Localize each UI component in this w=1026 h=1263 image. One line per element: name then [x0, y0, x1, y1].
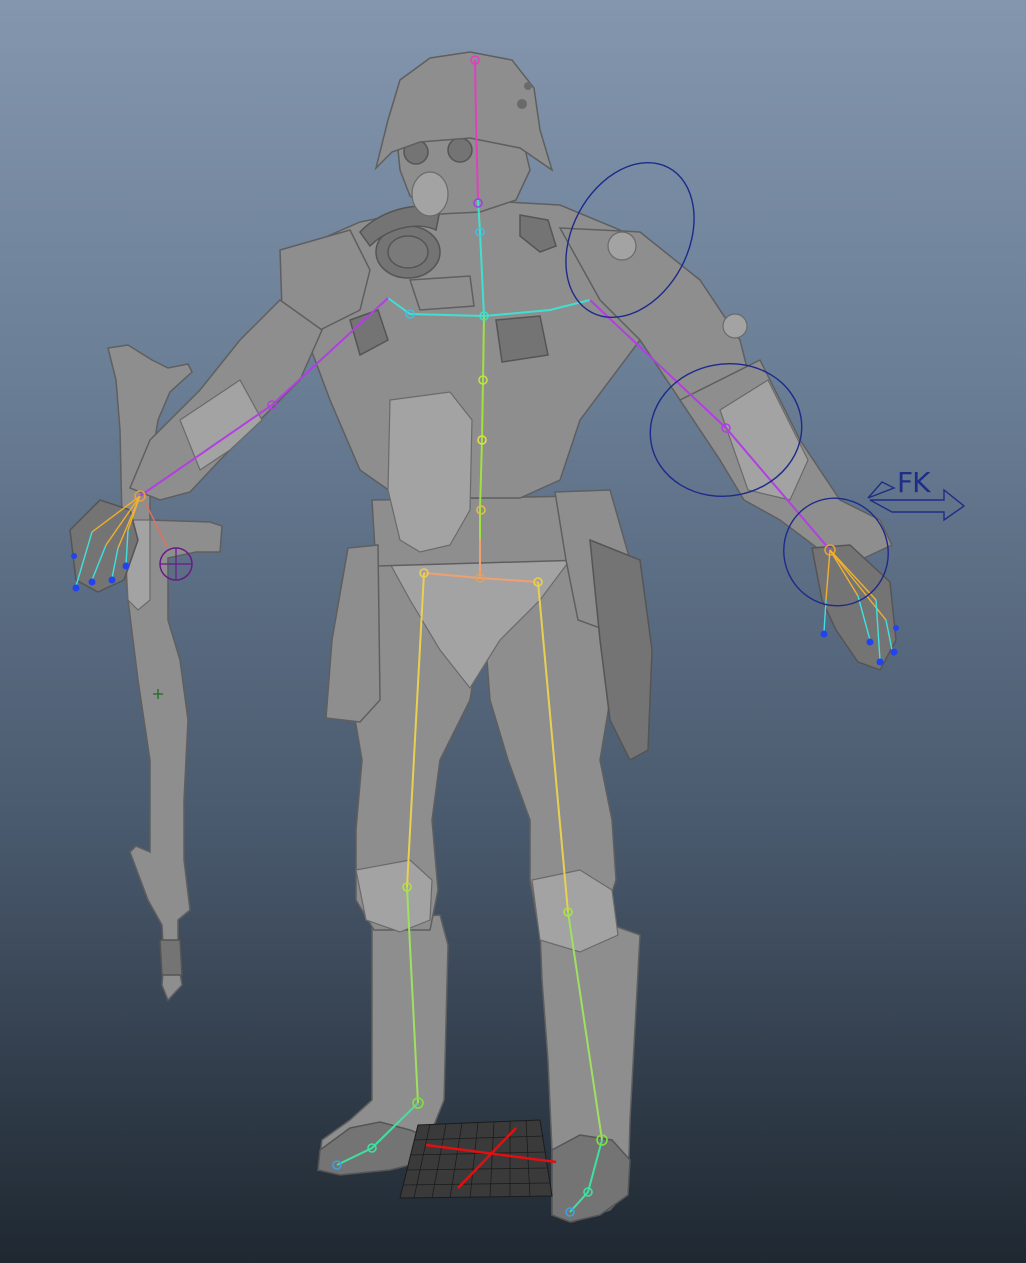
ground-grid-icon — [399, 1119, 557, 1199]
3d-viewport[interactable]: FK — [0, 0, 1026, 1263]
fk-switch-label[interactable]: FK — [897, 466, 930, 499]
character-mesh[interactable] — [69, 51, 897, 1223]
scene-canvas[interactable] — [0, 0, 1026, 1263]
